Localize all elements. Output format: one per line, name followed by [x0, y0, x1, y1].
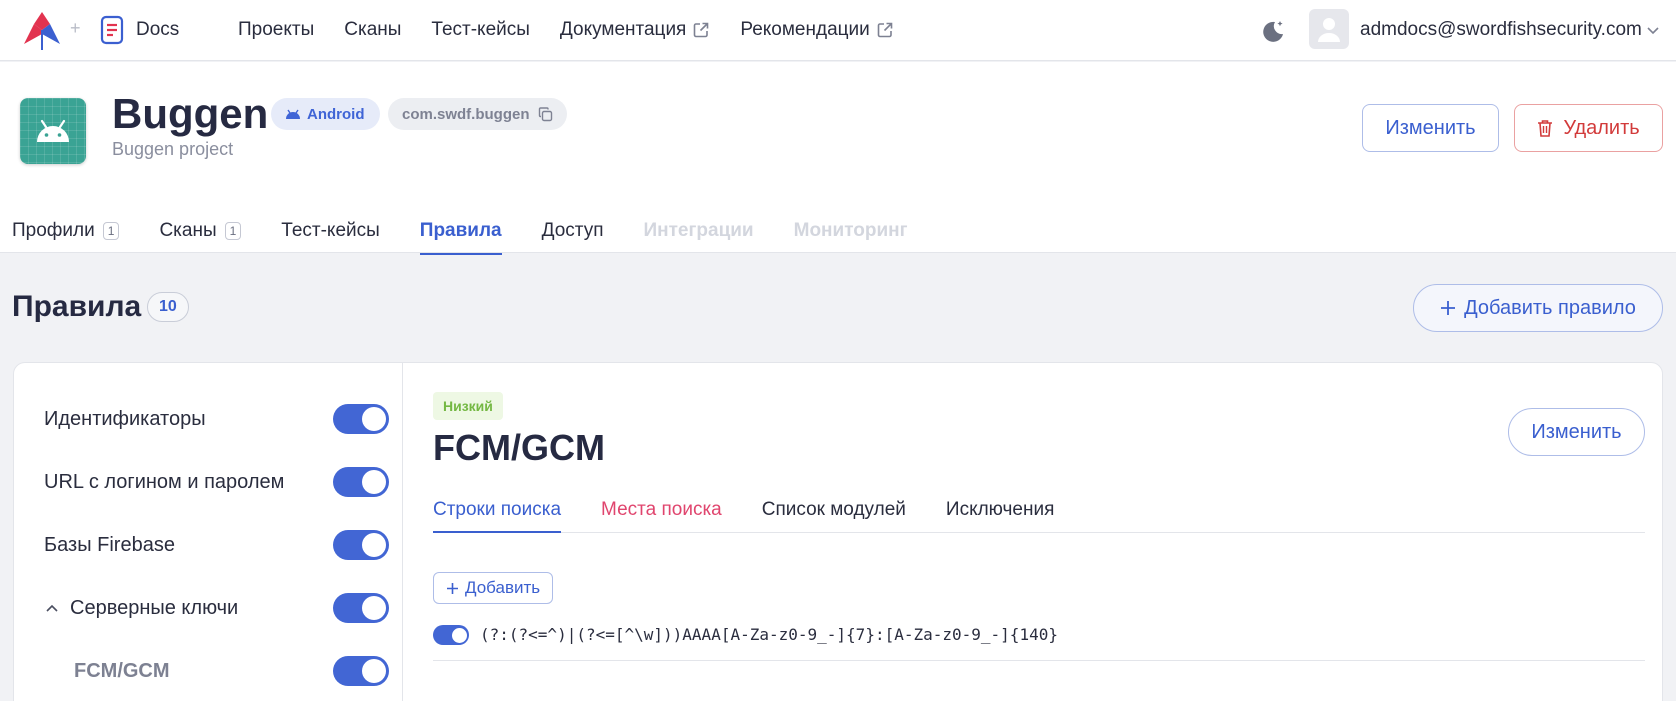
rules-heading: Правила	[12, 290, 142, 323]
tab-count-badge: 1	[224, 222, 242, 240]
android-robot-icon	[37, 119, 69, 142]
rule-group-url-credentials[interactable]: URL с логином и паролем	[44, 462, 389, 502]
dark-mode-moon-icon[interactable]	[1260, 18, 1286, 44]
tab-rules[interactable]: Правила	[419, 209, 502, 255]
rule-item-label: FCM/GCM	[74, 659, 170, 682]
nav-item-projects[interactable]: Проекты	[238, 19, 314, 41]
edit-rule-button[interactable]: Изменить	[1508, 408, 1645, 456]
pattern-row: (?:(?<=^)|(?<=[^\w]))AAAA[A-Za-z0-9_-]{7…	[433, 621, 1645, 661]
rule-item-fcm-gcm[interactable]: FCM/GCM	[44, 651, 389, 691]
rule-group-label: Серверные ключи	[70, 596, 239, 619]
user-placeholder-icon	[1318, 18, 1340, 42]
add-pattern-button[interactable]: Добавить	[433, 572, 554, 604]
rule-group-server-keys[interactable]: Серверные ключи	[44, 588, 389, 628]
trash-icon	[1538, 120, 1553, 137]
rule-group-label: Идентификаторы	[44, 407, 206, 430]
android-icon	[286, 109, 300, 119]
rule-toggle[interactable]	[333, 593, 389, 623]
platform-badge: Android	[271, 98, 380, 130]
rule-toggle[interactable]	[333, 530, 389, 560]
pattern-toggle[interactable]	[433, 625, 469, 645]
rule-group-label: URL с логином и паролем	[44, 470, 285, 493]
tab-monitoring: Мониторинг	[793, 220, 908, 241]
avatar[interactable]	[1309, 9, 1349, 49]
chevron-down-icon[interactable]	[1645, 22, 1661, 38]
tab-scans[interactable]: Сканы 1	[159, 209, 242, 253]
rule-toggle[interactable]	[333, 467, 389, 497]
pattern-regex: (?:(?<=^)|(?<=[^\w]))AAAA[A-Za-z0-9_-]{7…	[480, 625, 1058, 644]
project-subtitle: Buggen project	[112, 139, 234, 159]
edit-project-button[interactable]: Изменить	[1362, 104, 1499, 152]
document-icon[interactable]	[100, 15, 126, 45]
rules-count-badge: 10	[147, 292, 189, 322]
project-tabs: Профили 1 Сканы 1 Тест-кейсы Правила Досту…	[12, 209, 948, 255]
severity-badge: Низкий	[433, 392, 503, 420]
external-link-icon	[694, 22, 709, 38]
tab-access[interactable]: Доступ	[542, 209, 604, 253]
rule-tabs: Строки поиска Места поиска Список модуле…	[433, 488, 1645, 533]
rules-card: Идентификаторы URL с логином и паролем Б…	[13, 362, 1663, 701]
rule-title: FCM/GCM	[433, 427, 605, 468]
nav-item-scans[interactable]: Сканы	[344, 19, 401, 41]
tab-search-locations[interactable]: Места поиска	[601, 488, 722, 532]
rule-toggle[interactable]	[333, 656, 389, 686]
external-link-icon	[877, 22, 893, 38]
copy-icon[interactable]	[538, 106, 553, 122]
rules-sidebar: Идентификаторы URL с логином и паролем Б…	[14, 363, 403, 701]
chevron-up-icon[interactable]	[44, 600, 60, 616]
top-bar: + Docs Проекты Сканы Тест-кейсы Документ…	[0, 0, 1676, 61]
platform-label: Android	[307, 105, 365, 123]
tab-module-list[interactable]: Список модулей	[762, 488, 906, 532]
tab-test-cases[interactable]: Тест-кейсы	[281, 209, 380, 253]
plus-separator-icon: +	[70, 18, 81, 38]
tab-integrations: Интеграции	[643, 220, 754, 241]
plus-icon	[1441, 301, 1456, 315]
swordfish-logo-icon[interactable]	[20, 10, 64, 50]
nav-item-documentation[interactable]: Документация	[560, 19, 710, 41]
rule-group-label: Базы Firebase	[44, 533, 175, 556]
add-rule-button[interactable]: Добавить правило	[1413, 284, 1663, 332]
android-project-icon	[20, 98, 86, 164]
main-nav: Проекты Сканы Тест-кейсы Документация Ре…	[238, 19, 924, 41]
tab-count-badge: 1	[102, 222, 120, 240]
rule-group-identifiers[interactable]: Идентификаторы	[44, 399, 389, 439]
delete-label: Удалить	[1563, 116, 1640, 139]
tab-exclusions[interactable]: Исключения	[946, 488, 1054, 532]
delete-project-button[interactable]: Удалить	[1514, 104, 1663, 152]
nav-item-test-cases[interactable]: Тест-кейсы	[431, 19, 530, 41]
package-name: com.swdf.buggen	[402, 105, 530, 123]
plus-icon	[447, 582, 458, 594]
user-email[interactable]: admdocs@swordfishsecurity.com	[1360, 19, 1642, 41]
docs-label[interactable]: Docs	[136, 19, 179, 41]
add-rule-label: Добавить правило	[1464, 296, 1636, 319]
tab-search-strings[interactable]: Строки поиска	[433, 488, 562, 533]
nav-item-recommendations[interactable]: Рекомендации	[740, 19, 893, 41]
rule-toggle[interactable]	[333, 404, 389, 434]
package-badge: com.swdf.buggen	[388, 98, 567, 130]
rule-detail: Низкий FCM/GCM Изменить Строки поиска Ме…	[433, 363, 1645, 701]
tab-profiles[interactable]: Профили 1	[12, 209, 120, 253]
rule-group-firebase[interactable]: Базы Firebase	[44, 525, 389, 565]
add-pattern-label: Добавить	[465, 578, 541, 597]
project-header: Buggen Buggen project Android com.swdf.b…	[0, 62, 1676, 255]
project-title: Buggen	[112, 90, 269, 137]
